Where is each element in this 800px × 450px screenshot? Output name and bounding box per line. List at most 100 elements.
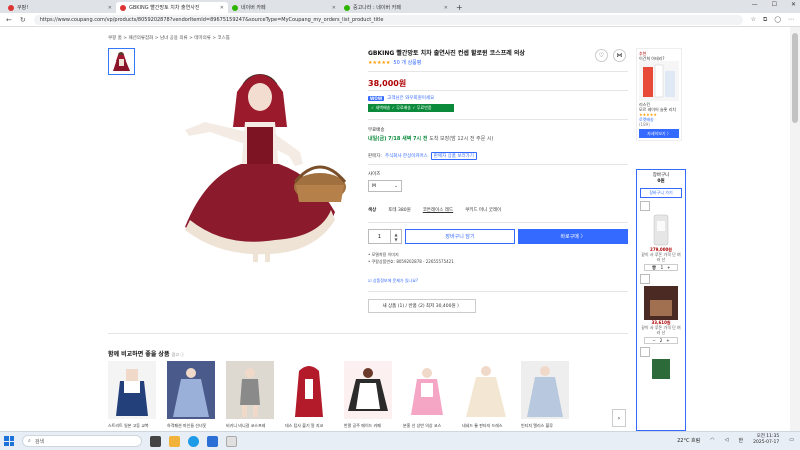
taskbar: ⌕ 검색 22°C 흐림 ◠ ◁ 한 오전 11:35 2025-07-17 ▭	[0, 431, 800, 450]
cart-item-checkbox[interactable]	[640, 274, 650, 284]
breadcrumb[interactable]: 쿠팡 홈 > 패션의류잡화 > 남녀 공용 의류 > 테마의류 > 코스튬	[108, 35, 230, 41]
edge-icon[interactable]	[188, 435, 199, 447]
task-view-icon[interactable]	[150, 435, 161, 447]
share-icon[interactable]: ⋈	[613, 49, 626, 62]
new-tab-button[interactable]: +	[456, 2, 463, 13]
close-icon[interactable]: ✕	[220, 5, 224, 11]
minus-icon[interactable]: −	[652, 338, 655, 343]
wow-info: WOW 고객님은 와우회원이세요	[368, 95, 435, 101]
chevron-down-icon: ⌄	[394, 183, 398, 189]
delivery-label: 무료배송	[368, 128, 385, 133]
address-bar: ← ↻ https://www.coupang.com/vp/products/…	[0, 13, 800, 27]
system-tray: 22°C 흐림 ◠ ◁ 한 오전 11:35 2025-07-17 ▭	[677, 434, 794, 446]
compare-item[interactable]: 비키니 비니걸 코스프레	[226, 361, 274, 431]
notification-icon[interactable]: ▭	[789, 437, 794, 443]
store-icon[interactable]	[207, 435, 218, 447]
compare-products: 스트리트 일본 고등 교복 하객패션 마인들 선녀옷 비키니 비니걸 코스프레 …	[108, 361, 628, 431]
window-controls: — ☐ ✕	[752, 1, 796, 8]
close-window-icon[interactable]: ✕	[791, 1, 796, 8]
all-sellers-button[interactable]: 새 상품 (1) / 반품 (2) 최저 30,400원 〉	[368, 299, 476, 313]
plus-icon[interactable]: +	[666, 338, 669, 343]
windows-start-icon[interactable]	[4, 436, 14, 446]
clock[interactable]: 오전 11:35 2025-07-17	[753, 434, 779, 446]
compare-item[interactable]: 반팔 공주 메이드 카페	[344, 361, 392, 431]
option-row: 색상 토테 380원 코튼레이스 레드 쿠키드 머니 굿레이	[368, 207, 502, 213]
close-icon[interactable]: ✕	[444, 5, 448, 11]
product-notes: • 모델착용 이미지 • 쿠팡상품번호: 8059202878 - 2265557…	[368, 252, 454, 264]
compare-item[interactable]: 스트리트 일본 고등 교복	[108, 361, 156, 431]
maximize-icon[interactable]: ☐	[772, 1, 777, 8]
volume-icon[interactable]: ◁	[725, 437, 729, 443]
tab-joonggonara[interactable]: 중고나라 : 네이버 카페 ✕	[340, 2, 452, 13]
size-label: 사이즈	[368, 172, 381, 177]
option-item[interactable]: 토테 380원	[388, 207, 410, 213]
cart-item[interactable]: 33,610원 같이 사 루돈 가격 단 여러 산 −2 +	[640, 274, 682, 344]
page-scrollbar[interactable]	[790, 27, 800, 431]
close-icon[interactable]: ✕	[108, 5, 112, 11]
wifi-icon[interactable]: ◠	[710, 437, 714, 443]
minimize-icon[interactable]: —	[752, 1, 758, 8]
weather-widget[interactable]: 22°C 흐림	[677, 437, 700, 444]
compare-item[interactable]: 네네드 롱 판타지 드레스	[462, 361, 510, 431]
benefit-badge: ✓ 새벽배송 ✓ 무료배송 ✓ 무료반품	[368, 104, 454, 112]
app-icon[interactable]	[226, 435, 237, 447]
cart-item-checkbox[interactable]	[640, 347, 650, 357]
side-ad[interactable]: 추천 이건희 아테리? 리스킨 모르 레이어 슬롯 리치 ★★★★★ 로켓배송 …	[636, 48, 682, 141]
close-icon[interactable]: ✕	[332, 5, 336, 11]
size-select[interactable]: M ⌄	[368, 180, 402, 192]
seller-link[interactable]: 주식회사 한상이커머스	[385, 153, 428, 159]
cart-item[interactable]: 279,000원 같이 사 루돈 가격 단 여러 산 🗑 1 +	[640, 201, 682, 271]
compare-section-title: 함께 비교하면 좋을 상품 광고 ⓘ	[108, 351, 185, 358]
search-icon: ⌕	[28, 438, 31, 444]
product-title: GBKING 빨간망토 치차 출연사진 컨셉 할로윈 코스프레 의상	[368, 50, 525, 57]
plus-icon[interactable]: +	[667, 265, 670, 270]
extensions-icon[interactable]: ⧉	[763, 16, 767, 24]
browser-tabbar: 쿠팡! ✕ GBKING 빨간망토 치차 출연사진 ✕ 네이버 카페 ✕ 중고나라 :…	[0, 0, 800, 13]
product-main-image	[185, 74, 347, 262]
file-explorer-icon[interactable]	[169, 435, 180, 447]
ad-label[interactable]: 광고 ⓘ	[172, 352, 185, 357]
cart-item[interactable]	[640, 347, 682, 379]
star-icon[interactable]: ☆	[751, 16, 756, 24]
profile-icon[interactable]: ◯	[774, 16, 781, 24]
cart-quantity-stepper[interactable]: 🗑 1 +	[644, 264, 678, 271]
carousel-next-button[interactable]: ›	[612, 409, 626, 427]
go-to-cart-button[interactable]: 장바구니 가기	[640, 188, 682, 198]
product-rating[interactable]: ★★★★★ 50 개 상품평	[368, 59, 421, 66]
product-thumbnail[interactable]	[108, 48, 135, 75]
naver-favicon	[344, 4, 350, 11]
side-cart: 장바구니 0원 장바구니 가기 279,000원 같이 사 루돈 가격 단 여러…	[636, 169, 686, 431]
heart-icon[interactable]: ♡	[595, 49, 608, 62]
taskbar-search[interactable]: ⌕ 검색	[22, 435, 142, 447]
seller-products-button[interactable]: 판매자 상품 보러가기	[430, 152, 477, 160]
compare-item[interactable]: 분홍 선 상반 의상 코스	[403, 361, 451, 431]
buy-now-button[interactable]: 바로구매 〉	[518, 229, 628, 244]
tab-coupang[interactable]: 쿠팡! ✕	[4, 2, 116, 13]
url-input[interactable]: https://www.coupang.com/vp/products/8059…	[33, 14, 743, 25]
back-icon[interactable]: ←	[6, 16, 12, 24]
tab-naver-cafe[interactable]: 네이버 카페 ✕	[228, 2, 340, 13]
quantity-stepper[interactable]: 1 ▲ ▼	[368, 229, 402, 244]
tab-product[interactable]: GBKING 빨간망토 치차 출연사진 ✕	[116, 2, 228, 13]
report-link[interactable]: ☑ 상품정보에 문제가 있나요?	[368, 278, 418, 284]
option-item[interactable]: 쿠키드 머니 굿레이	[465, 207, 501, 213]
naver-favicon	[232, 4, 238, 11]
delivery-info: 내일(금) 7/18 새벽 7시 전 도착 보장(밤 12시 전 주문 시)	[368, 136, 494, 142]
add-to-cart-button[interactable]: 장바구니 담기	[405, 229, 515, 244]
ime-indicator[interactable]: 한	[739, 437, 744, 444]
decrease-icon[interactable]: ▼	[394, 237, 397, 242]
menu-icon[interactable]: ⋯	[788, 16, 794, 24]
cart-item-checkbox[interactable]	[640, 201, 650, 211]
ad-detail-button[interactable]: 자세히보기 〉	[639, 129, 679, 138]
product-price: 38,000원	[368, 79, 407, 88]
delete-icon[interactable]: 🗑	[652, 265, 657, 270]
ad-product-image	[639, 61, 679, 101]
compare-item[interactable]: 하객패션 마인들 선녀옷	[167, 361, 215, 431]
option-item[interactable]: 코튼레이스 레드	[423, 207, 453, 213]
cart-quantity-stepper[interactable]: −2 +	[644, 337, 678, 344]
compare-item[interactable]: 데스 탑사 불기 알 지코	[285, 361, 333, 431]
refresh-icon[interactable]: ↻	[20, 16, 26, 24]
seller-info: 판매자: 주식회사 한상이커머스 판매자 상품 보러가기	[368, 152, 477, 160]
coupang-favicon	[8, 4, 14, 11]
compare-item[interactable]: 빈티지 앨리스 블루	[521, 361, 569, 431]
